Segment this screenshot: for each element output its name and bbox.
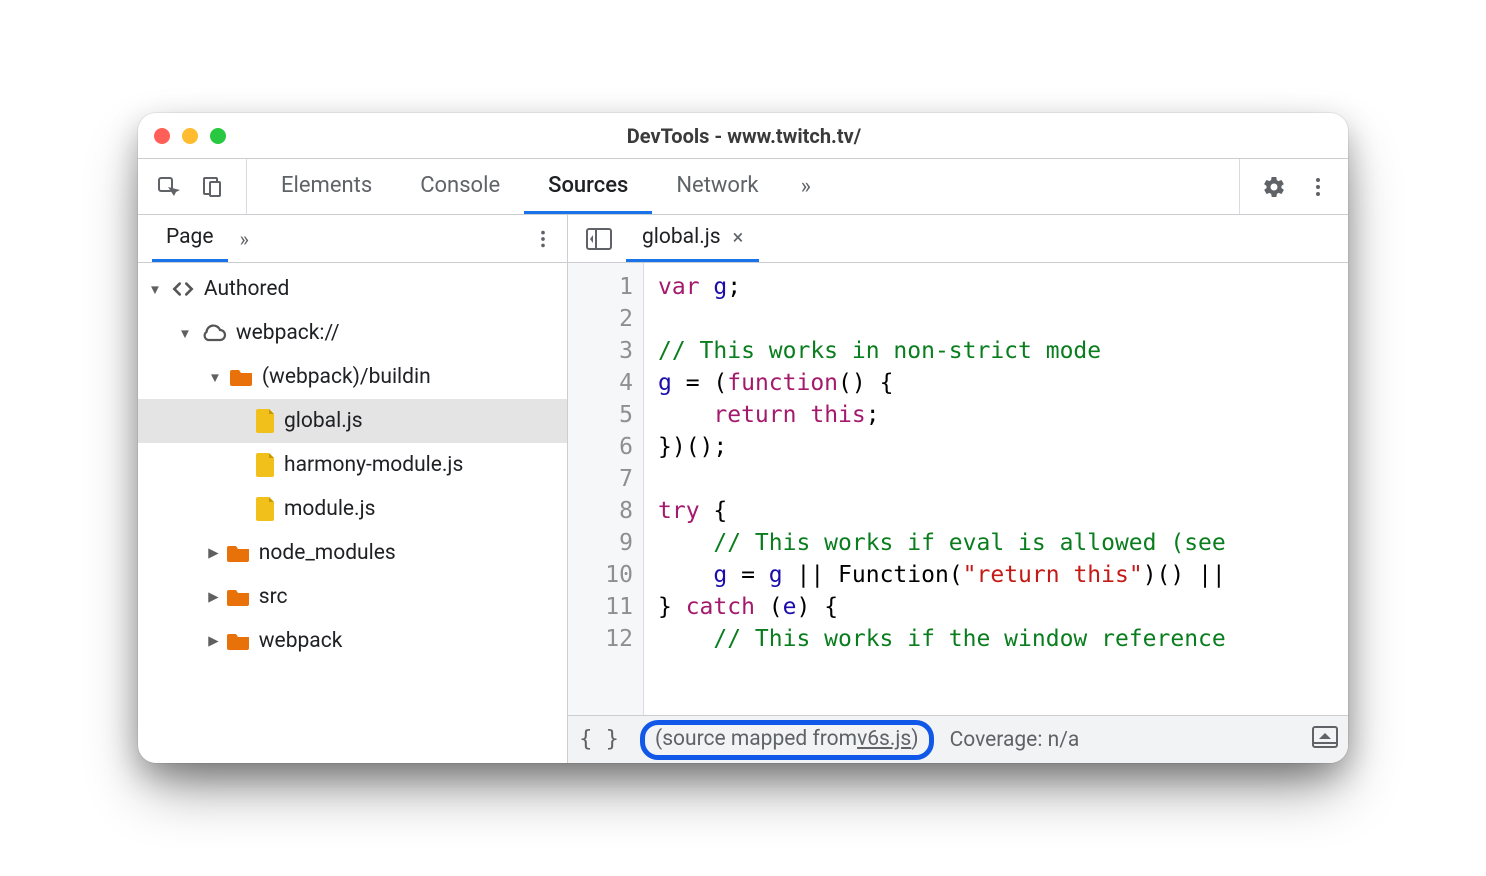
source-map-link[interactable]: v6s.js xyxy=(857,727,911,751)
tree-label: global.js xyxy=(284,409,363,433)
source-editor: global.js × 123456789101112 var g; // Th… xyxy=(568,215,1348,763)
tree-label: src xyxy=(259,585,288,609)
tree-label: module.js xyxy=(284,497,375,521)
file-tree: ▼ Authored ▼ webpack:// ▼ xyxy=(138,263,567,763)
tab-sources[interactable]: Sources xyxy=(524,159,652,214)
devtools-toolbar: Elements Console Sources Network » xyxy=(138,159,1348,215)
window-title: DevTools - www.twitch.tv/ xyxy=(246,124,1242,148)
chevron-right-icon: ▶ xyxy=(208,589,218,604)
tree-item-folder-webpack[interactable]: ▶ webpack xyxy=(138,619,567,663)
tree-item-authored[interactable]: ▼ Authored xyxy=(138,267,567,311)
tree-label: Authored xyxy=(204,277,289,301)
folder-icon xyxy=(227,587,251,607)
inspect-element-icon[interactable] xyxy=(148,167,188,207)
line-number-gutter: 123456789101112 xyxy=(568,263,644,715)
pretty-print-icon[interactable]: { } xyxy=(578,723,620,757)
folder-icon xyxy=(230,367,254,387)
chevron-right-icon: ▶ xyxy=(208,633,218,648)
navigator-options-icon[interactable] xyxy=(523,219,563,259)
window-controls xyxy=(154,128,226,144)
folder-icon xyxy=(227,543,251,563)
code-content[interactable]: var g; // This works in non-strict mode … xyxy=(644,263,1348,715)
source-map-prefix: (source mapped from xyxy=(655,727,857,751)
settings-icon[interactable] xyxy=(1254,167,1294,207)
tree-item-origin[interactable]: ▼ webpack:// xyxy=(138,311,567,355)
folder-icon xyxy=(227,631,251,651)
editor-tab-label: global.js xyxy=(642,225,721,249)
devtools-panel-tabs: Elements Console Sources Network » xyxy=(257,159,829,214)
close-window-button[interactable] xyxy=(154,128,170,144)
chevron-right-icon: ▶ xyxy=(208,545,218,560)
file-icon xyxy=(256,453,276,477)
tree-item-folder-buildin[interactable]: ▼ (webpack)/buildin xyxy=(138,355,567,399)
tab-elements[interactable]: Elements xyxy=(257,159,396,214)
device-toolbar-icon[interactable] xyxy=(192,167,232,207)
cloud-icon xyxy=(200,323,228,343)
tree-label: harmony-module.js xyxy=(284,453,463,477)
chevron-down-icon: ▼ xyxy=(148,281,161,297)
sources-navigator: Page » ▼ Authored ▼ xyxy=(138,215,568,763)
chevron-down-icon: ▼ xyxy=(178,325,191,341)
close-tab-icon[interactable]: × xyxy=(733,225,744,249)
tree-label: (webpack)/buildin xyxy=(262,365,431,389)
navigator-header: Page » xyxy=(138,215,567,263)
source-map-callout: (source mapped from v6s.js ) xyxy=(640,720,934,760)
file-icon xyxy=(256,497,276,521)
code-icon xyxy=(170,276,196,302)
navigator-tab-page[interactable]: Page xyxy=(152,215,228,262)
tree-item-file[interactable]: global.js xyxy=(138,399,567,443)
tree-item-file[interactable]: module.js xyxy=(138,487,567,531)
tree-label: webpack:// xyxy=(236,321,340,345)
devtools-window: DevTools - www.twitch.tv/ Elements Conso… xyxy=(138,113,1348,763)
editor-statusbar: { } (source mapped from v6s.js ) Coverag… xyxy=(568,715,1348,763)
navigator-more-tabs[interactable]: » xyxy=(228,227,261,251)
toggle-navigator-icon[interactable] xyxy=(578,222,620,256)
tab-network[interactable]: Network xyxy=(652,159,782,214)
tree-item-file[interactable]: harmony-module.js xyxy=(138,443,567,487)
editor-tabbar: global.js × xyxy=(568,215,1348,263)
titlebar: DevTools - www.twitch.tv/ xyxy=(138,113,1348,159)
editor-tab[interactable]: global.js × xyxy=(626,215,759,262)
toggle-drawer-icon[interactable] xyxy=(1312,726,1338,754)
tree-item-folder-src[interactable]: ▶ src xyxy=(138,575,567,619)
file-icon xyxy=(256,409,276,433)
sources-panel-body: Page » ▼ Authored ▼ xyxy=(138,215,1348,763)
tree-label: node_modules xyxy=(259,541,396,565)
chevron-down-icon: ▼ xyxy=(208,369,221,385)
tab-console[interactable]: Console xyxy=(396,159,524,214)
tree-label: webpack xyxy=(259,629,343,653)
minimize-window-button[interactable] xyxy=(182,128,198,144)
coverage-label: Coverage: n/a xyxy=(950,728,1080,752)
code-viewport[interactable]: 123456789101112 var g; // This works in … xyxy=(568,263,1348,715)
more-options-icon[interactable] xyxy=(1298,167,1338,207)
zoom-window-button[interactable] xyxy=(210,128,226,144)
source-map-suffix: ) xyxy=(911,727,918,751)
more-tabs-button[interactable]: » xyxy=(783,159,829,214)
tree-item-folder-node-modules[interactable]: ▶ node_modules xyxy=(138,531,567,575)
